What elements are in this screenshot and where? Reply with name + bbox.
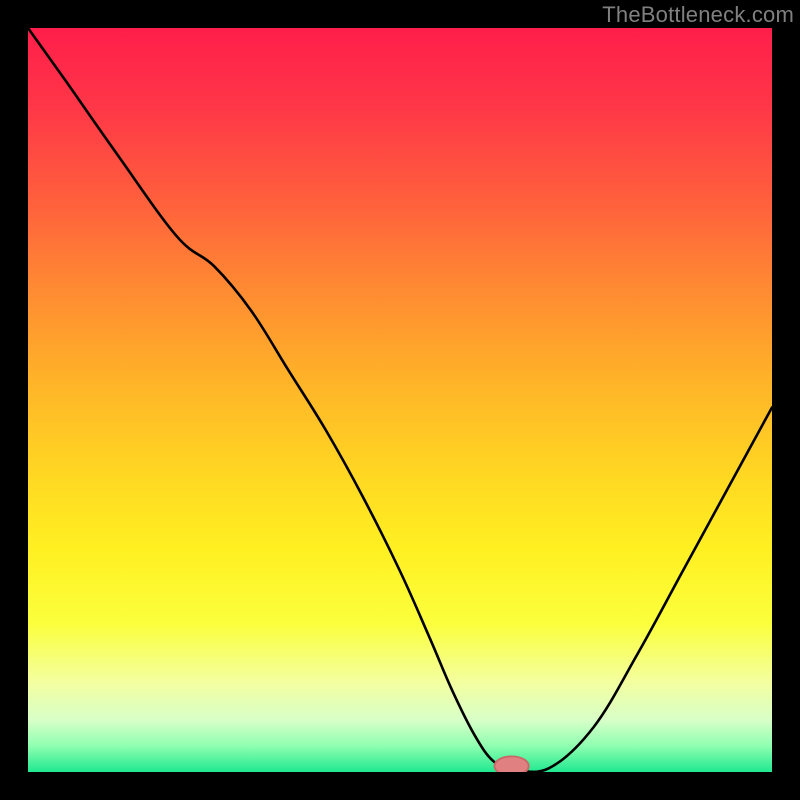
optimal-marker <box>494 756 528 772</box>
chart-frame: TheBottleneck.com <box>0 0 800 800</box>
gradient-background <box>28 28 772 772</box>
watermark-text: TheBottleneck.com <box>602 2 794 28</box>
chart-svg <box>28 28 772 772</box>
plot-area <box>28 28 772 772</box>
